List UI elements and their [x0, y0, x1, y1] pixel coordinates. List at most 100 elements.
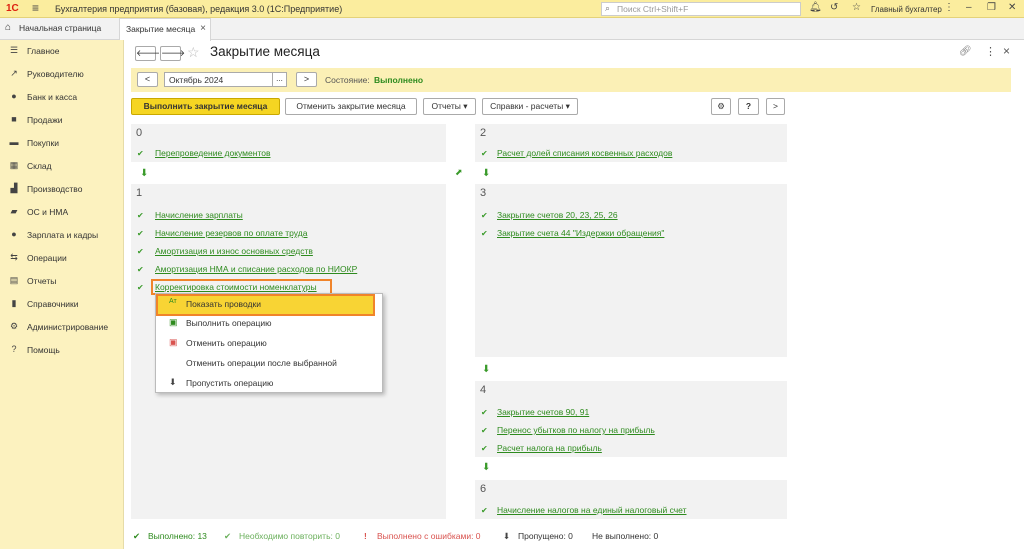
stat-errors: Выполнено с ошибками: 0 [377, 531, 481, 541]
sidebar-item-help[interactable]: ? Помощь [0, 342, 124, 362]
stage-number: 3 [480, 187, 487, 199]
check-done-repeat-icon: ✔ [137, 229, 144, 238]
next-month-button[interactable]: > [296, 72, 317, 87]
back-button[interactable]: 🡐 [135, 46, 160, 61]
stage-item[interactable]: Закрытие счетов 20, 23, 25, 26 [497, 210, 618, 220]
stage-item[interactable]: Расчет долей списания косвенных расходов [497, 148, 672, 158]
sidebar-item-purchases[interactable]: ▬ Покупки [0, 135, 124, 155]
more-actions-icon[interactable]: ⋮ [985, 45, 996, 58]
forward-button[interactable]: 🡒 [160, 46, 185, 61]
favorite-star-icon[interactable]: ☆ [187, 44, 200, 61]
history-icon[interactable]: ↺ [830, 2, 838, 13]
menu-icon: ☰ [9, 45, 19, 55]
stage-item[interactable]: Перепроведение документов [155, 148, 271, 158]
sidebar-item-sales[interactable]: ■ Продажи [0, 112, 124, 132]
stage-item-selected[interactable]: Корректировка стоимости номенклатуры [155, 282, 317, 292]
month-picker-button[interactable]: ... [272, 72, 287, 87]
more-button[interactable]: > [766, 98, 785, 115]
sidebar-item-production[interactable]: ▟ Производство [0, 181, 124, 201]
minimize-icon[interactable]: – [966, 2, 972, 13]
sidebar-item-warehouse[interactable]: ▦ Склад [0, 158, 124, 178]
reports-dropdown[interactable]: Отчеты ▾ [423, 98, 476, 115]
menu-item-execute[interactable]: ▣ Выполнить операцию [157, 314, 381, 333]
menu-item-show-postings[interactable]: Ат Показать проводки [157, 295, 381, 314]
user-name[interactable]: Главный бухгалтер [871, 5, 942, 14]
stage-item[interactable]: Расчет налога на прибыль [497, 443, 602, 453]
check-icon: ✔ [481, 426, 488, 435]
check-icon: ✔ [137, 149, 144, 158]
sidebar-item-label: Администрирование [27, 322, 109, 332]
month-input[interactable]: Октябрь 2024 [164, 72, 273, 87]
cancel-closing-button[interactable]: Отменить закрытие месяца [285, 98, 417, 115]
sidebar-item-label: Зарплата и кадры [27, 230, 99, 240]
close-doc-icon[interactable]: × [1003, 44, 1010, 58]
sidebar: ☰ Главное ↗ Руководителю ● Банк и касса ■ Пр… [0, 40, 124, 549]
menu-item-label: Выполнить операцию [186, 318, 272, 328]
warehouse-icon: ▦ [9, 160, 19, 170]
sidebar-item-label: ОС и НМА [27, 207, 69, 217]
sidebar-item-main[interactable]: ☰ Главное [0, 43, 124, 63]
stage-number: 6 [480, 483, 487, 495]
sidebar-item-label: Склад [27, 161, 52, 171]
cart-icon: ▬ [9, 137, 19, 147]
menu-item-label: Отменить операции после выбранной [186, 358, 337, 368]
maximize-icon[interactable]: ❐ [987, 2, 996, 13]
bell-icon[interactable]: 🔔︎ [809, 2, 822, 13]
references-dropdown[interactable]: Справки - расчеты ▾ [482, 98, 578, 115]
menu-item-cancel-after[interactable]: Отменить операции после выбранной [157, 354, 381, 373]
tab-home[interactable]: ⌂ Начальная страница [0, 18, 119, 40]
tab-home-label: Начальная страница [19, 23, 102, 33]
references-label: Справки - расчеты [490, 101, 564, 111]
run-closing-button[interactable]: Выполнить закрытие месяца [131, 98, 280, 115]
stat-repeat: Необходимо повторить: 0 [239, 531, 340, 541]
operations-icon: ⇆ [10, 252, 18, 262]
stage-item[interactable]: Амортизация НМА и списание расходов по Н… [155, 264, 357, 274]
state-value: Выполнено [374, 75, 424, 85]
book-icon: ▮ [11, 298, 17, 308]
sidebar-item-reports[interactable]: ▤ Отчеты [0, 273, 124, 293]
check-icon: ✔ [137, 283, 144, 292]
tab-active-label: Закрытие месяца [126, 24, 196, 34]
close-window-icon[interactable]: ✕ [1008, 2, 1016, 13]
main-menu-icon[interactable]: ≡ [32, 1, 39, 15]
sidebar-item-operations[interactable]: ⇆ Операции [0, 250, 124, 270]
check-icon: ✔ [481, 229, 488, 238]
search-input[interactable]: ⌕ Поиск Ctrl+Shift+F [601, 2, 801, 16]
help-button[interactable]: ? [738, 98, 759, 115]
menu-item-skip[interactable]: ⬇ Пропустить операцию [157, 374, 381, 393]
menu-item-cancel[interactable]: ▣ Отменить операцию [157, 334, 381, 353]
prev-month-button[interactable]: < [137, 72, 158, 87]
stage-item[interactable]: Начисление зарплаты [155, 210, 243, 220]
sidebar-item-directories[interactable]: ▮ Справочники [0, 296, 124, 316]
menu-item-label: Отменить операцию [186, 338, 267, 348]
settings-button[interactable]: ⚙ [711, 98, 731, 115]
sidebar-item-bank[interactable]: ● Банк и касса [0, 89, 124, 109]
stage-item[interactable]: Закрытие счетов 90, 91 [497, 407, 589, 417]
stage-item[interactable]: Амортизация и износ основных средств [155, 246, 313, 256]
chart-icon: ↗ [10, 68, 18, 78]
sidebar-item-label: Банк и касса [27, 92, 78, 102]
link-icon[interactable]: 🔗︎ [959, 46, 972, 57]
sidebar-item-director[interactable]: ↗ Руководителю [0, 66, 124, 86]
stage-item[interactable]: Закрытие счета 44 "Издержки обращения" [497, 228, 664, 238]
menu-item-label: Показать проводки [186, 299, 261, 309]
sidebar-item-assets[interactable]: ▰ ОС и НМА [0, 204, 124, 224]
tab-bar: ⌂ Начальная страница Закрытие месяца × [0, 18, 1024, 41]
skipped-icon: ⬇ [503, 531, 511, 541]
stage-item[interactable]: Перенос убытков по налогу на прибыль [497, 425, 655, 435]
close-tab-icon[interactable]: × [200, 23, 206, 34]
sidebar-item-payroll[interactable]: ● Зарплата и кадры [0, 227, 124, 247]
sidebar-item-admin[interactable]: ⚙ Администрирование [0, 319, 124, 339]
more-icon[interactable]: ⋮ [944, 2, 954, 13]
menu-item-label: Пропустить операцию [186, 378, 274, 388]
truck-icon: ▰ [10, 206, 18, 216]
sidebar-item-label: Операции [27, 253, 67, 263]
check-done-repeat-icon: ✔ [137, 211, 144, 220]
stage-item[interactable]: Начисление резервов по оплате труда [155, 228, 307, 238]
stage-item[interactable]: Начисление налогов на единый налоговый с… [497, 505, 687, 515]
stat-skipped: Пропущено: 0 [518, 531, 573, 541]
star-icon[interactable]: ☆ [852, 2, 861, 13]
tab-month-closing[interactable]: Закрытие месяца × [119, 18, 211, 41]
dropdown-arrow-icon: ▾ [463, 101, 468, 111]
search-icon: ⌕ [605, 3, 611, 13]
